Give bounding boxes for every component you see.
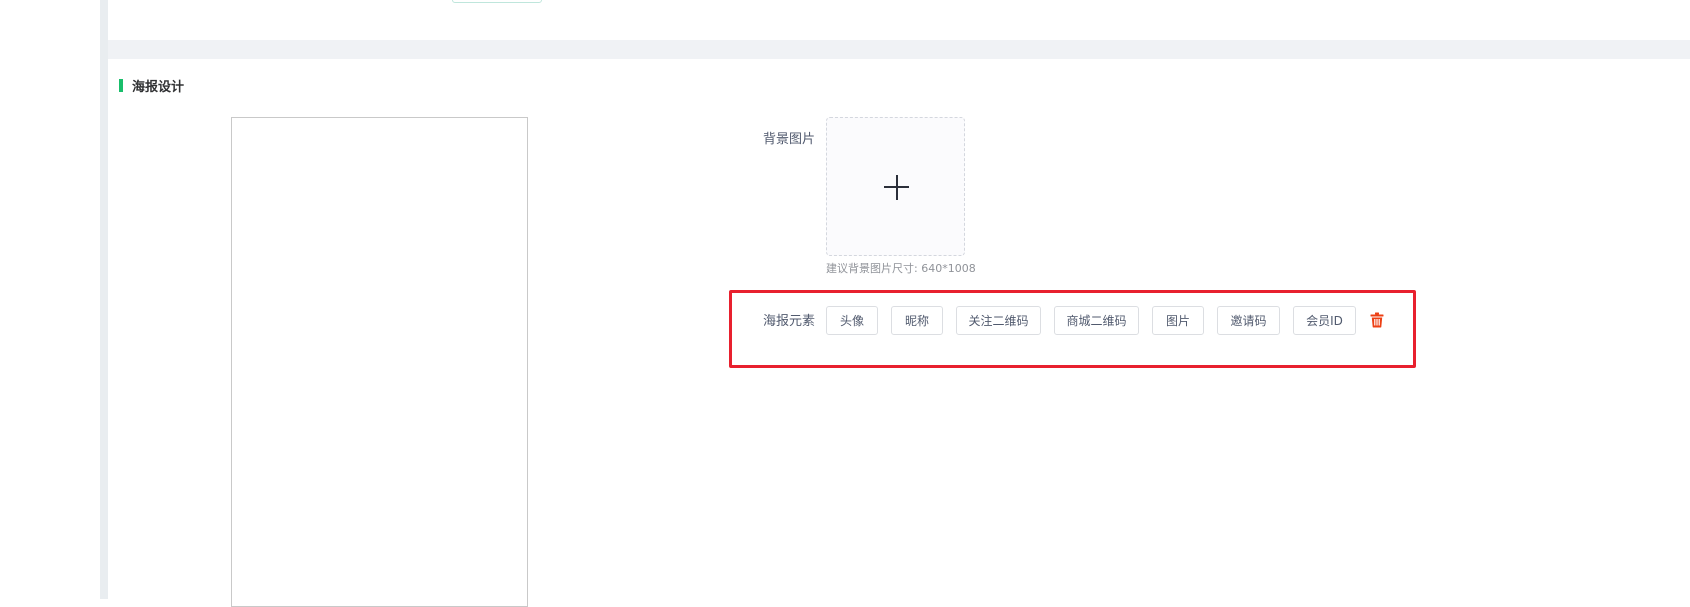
left-gutter — [0, 0, 100, 599]
background-upload-button[interactable] — [826, 117, 965, 256]
poster-element-buttons: 头像 昵称 关注二维码 商城二维码 图片 邀请码 会员ID — [826, 305, 1384, 335]
element-button-avatar[interactable]: 头像 — [826, 305, 878, 335]
element-button-invite-code[interactable]: 邀请码 — [1217, 305, 1280, 335]
section-header: 海报设计 — [119, 76, 185, 95]
background-image-label: 背景图片 — [762, 132, 815, 147]
poster-design-card: 海报设计 背景图片 建议背景图片尺寸: 640*1008 海报元素 头像 昵称 … — [108, 59, 1690, 607]
top-card-button[interactable] — [452, 0, 542, 3]
poster-preview-canvas[interactable] — [231, 117, 528, 607]
element-button-image[interactable]: 图片 — [1152, 305, 1204, 335]
element-button-member-id[interactable]: 会员ID — [1293, 305, 1356, 335]
card-separator — [108, 40, 1690, 59]
section-title: 海报设计 — [132, 79, 185, 95]
top-card — [108, 0, 1690, 40]
left-rail — [100, 0, 108, 599]
element-button-follow-qrcode[interactable]: 关注二维码 — [956, 305, 1041, 335]
background-size-hint: 建议背景图片尺寸: 640*1008 — [826, 262, 976, 275]
section-accent-bar — [119, 78, 123, 92]
poster-elements-label: 海报元素 — [762, 314, 815, 329]
element-button-nickname[interactable]: 昵称 — [891, 305, 943, 335]
element-button-mall-qrcode[interactable]: 商城二维码 — [1054, 305, 1139, 335]
trash-icon[interactable] — [1370, 312, 1384, 328]
